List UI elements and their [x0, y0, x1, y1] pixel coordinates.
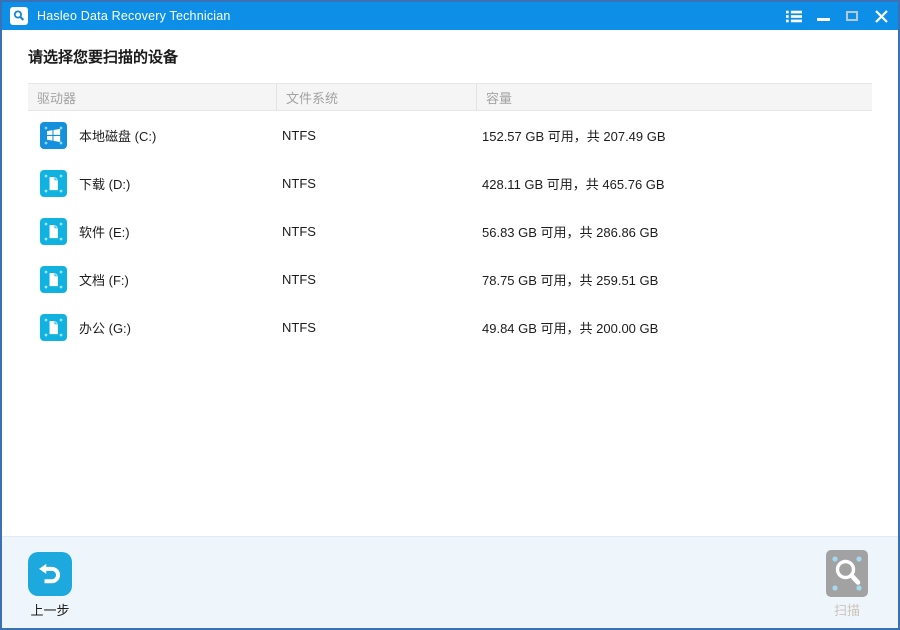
titlebar-controls: [786, 8, 889, 24]
drive-name-cell: 本地磁盘 (C:): [28, 122, 277, 149]
column-header-drive: 驱动器: [28, 84, 277, 110]
minimize-button[interactable]: [815, 8, 831, 24]
filesystem-cell: NTFS: [277, 272, 477, 287]
table-row-drive-e[interactable]: 软件 (E:) NTFS 56.83 GB 可用，共 286.86 GB: [28, 207, 872, 255]
document-drive-icon: [40, 218, 67, 245]
drive-table: 驱动器 文件系统 容量: [28, 83, 872, 351]
app-logo-magnifier-icon: [10, 7, 28, 25]
filesystem-cell: NTFS: [277, 128, 477, 143]
filesystem-cell: NTFS: [277, 224, 477, 239]
page-title: 请选择您要扫描的设备: [28, 46, 872, 67]
table-row-drive-d[interactable]: 下载 (D:) NTFS 428.11 GB 可用，共 465.76 GB: [28, 159, 872, 207]
main-content: 请选择您要扫描的设备 驱动器 文件系统 容量: [2, 30, 898, 536]
column-header-capacity: 容量: [477, 84, 872, 110]
scan-magnifier-icon: [826, 550, 868, 597]
table-row-drive-f[interactable]: 文档 (F:) NTFS 78.75 GB 可用，共 259.51 GB: [28, 255, 872, 303]
drive-name: 软件 (E:): [79, 222, 130, 241]
drive-name-cell: 软件 (E:): [28, 218, 277, 245]
capacity-cell: 428.11 GB 可用，共 465.76 GB: [477, 174, 872, 193]
capacity-cell: 56.83 GB 可用，共 286.86 GB: [477, 222, 872, 241]
back-button[interactable]: 上一步: [28, 552, 72, 619]
app-window: Hasleo Data Recovery Technician 请选择您要扫描的…: [0, 0, 900, 630]
maximize-button[interactable]: [844, 8, 860, 24]
back-button-label: 上一步: [30, 600, 69, 619]
table-header: 驱动器 文件系统 容量: [28, 83, 872, 111]
capacity-cell: 49.84 GB 可用，共 200.00 GB: [477, 318, 872, 337]
drive-name-cell: 文档 (F:): [28, 266, 277, 293]
scan-button-label: 扫描: [834, 600, 860, 619]
title-bar: Hasleo Data Recovery Technician: [2, 2, 898, 30]
drive-name: 本地磁盘 (C:): [79, 126, 156, 145]
document-drive-icon: [40, 266, 67, 293]
document-drive-icon: [40, 314, 67, 341]
document-drive-icon: [40, 170, 67, 197]
window-title: Hasleo Data Recovery Technician: [37, 9, 231, 23]
windows-drive-icon: [40, 122, 67, 149]
table-row-drive-g[interactable]: 办公 (G:) NTFS 49.84 GB 可用，共 200.00 GB: [28, 303, 872, 351]
scan-button[interactable]: 扫描: [826, 550, 868, 619]
table-row-drive-c[interactable]: 本地磁盘 (C:) NTFS 152.57 GB 可用，共 207.49 GB: [28, 111, 872, 159]
filesystem-cell: NTFS: [277, 176, 477, 191]
drive-name-cell: 下载 (D:): [28, 170, 277, 197]
footer-bar: 上一步 扫描: [2, 536, 898, 628]
close-button[interactable]: [873, 8, 889, 24]
drive-name-cell: 办公 (G:): [28, 314, 277, 341]
drive-name: 办公 (G:): [79, 318, 131, 337]
back-arrow-icon: [28, 552, 72, 596]
column-header-filesystem: 文件系统: [277, 84, 477, 110]
drive-name: 文档 (F:): [79, 270, 129, 289]
menu-list-icon[interactable]: [786, 8, 802, 24]
filesystem-cell: NTFS: [277, 320, 477, 335]
drive-name: 下载 (D:): [79, 174, 130, 193]
capacity-cell: 78.75 GB 可用，共 259.51 GB: [477, 270, 872, 289]
capacity-cell: 152.57 GB 可用，共 207.49 GB: [477, 126, 872, 145]
